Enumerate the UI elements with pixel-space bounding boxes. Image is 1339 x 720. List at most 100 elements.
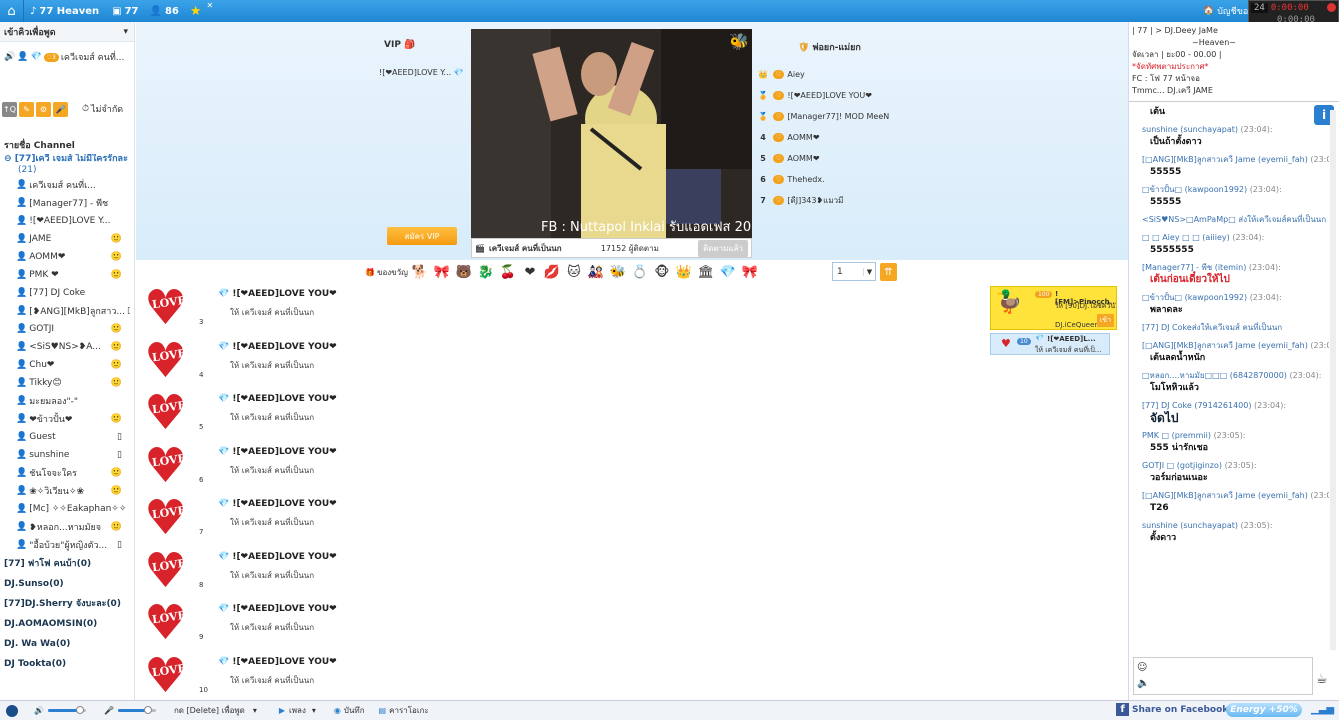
gift-item[interactable]: 🐕 [410, 262, 430, 282]
facebook-share-button[interactable]: f Share on Facebook [1116, 703, 1228, 716]
fan-row[interactable]: 🏅 ♡ [Manager77]! MOD MeeN [756, 109, 889, 123]
gift-item[interactable]: 🎀 [740, 262, 760, 282]
chat-sender[interactable]: [□ANG][MkB]ลูกสาวเควี Jame (eyemii_fah) … [1142, 490, 1329, 502]
channel-group[interactable]: DJ. Wa Wa (0) [0, 634, 130, 654]
karaoke-label[interactable]: คาราโอเกะ [389, 704, 429, 717]
member-row[interactable]: 👤 "อื้อบ้วย"ผู้หญิงตัว... ▯ [0, 536, 130, 554]
fan-row[interactable]: 5 ♡ AOMM❤ [756, 151, 820, 165]
chat-sender[interactable]: sunshine (sunchayapat) (23:05): [1142, 520, 1329, 532]
chevron-down-icon[interactable]: ▾ [123, 27, 128, 37]
member-row[interactable]: 👤 Guest ▯ [0, 428, 130, 446]
promo-enter-button[interactable]: เข้า [1096, 314, 1114, 327]
chat-sender[interactable]: <SiS♥NS>□AmPaMp□ ส่งให้เควีเจมส์คนที่เป็… [1142, 214, 1329, 226]
member-row[interactable]: 👤 ชันโจจะใคร 🙂 [0, 464, 130, 482]
close-tab-icon[interactable]: ✕ [207, 1, 214, 10]
home-icon[interactable]: ⌂ [0, 0, 24, 22]
member-row[interactable]: 👤 [❥ANG][MkB]ลูกสาว... ▯ [0, 302, 130, 320]
fan-row[interactable]: 🏅 ♡ ![❤AEED]LOVE YOU❤ [756, 88, 872, 102]
member-row[interactable]: 👤 PMK ❤ 🙂 [0, 266, 130, 284]
play-icon[interactable]: ▶ [279, 706, 285, 715]
member-row[interactable]: 👤 ❥หลอก...หามมัยจ 🙂 [0, 518, 130, 536]
member-row[interactable]: 👤 Chu❤ 🙂 [0, 356, 130, 374]
mic-queue-user[interactable]: 🔊 👤 💎 ♡3 เควีเจมส์ คนที่... [0, 42, 134, 72]
chat-scrollbar[interactable] [1330, 110, 1336, 650]
member-row[interactable]: 👤 ❤ข้าวปั้น❤ 🙂 [0, 410, 130, 428]
chat-sender[interactable]: [□ANG][MkB]ลูกสาวเควี Jame (eyemii_fah) … [1142, 340, 1329, 352]
gift-item[interactable]: 🐱 [564, 262, 584, 282]
member-row[interactable]: 👤 [Manager77] - พีช [0, 194, 130, 212]
gift-item[interactable]: 💎 [718, 262, 738, 282]
channel-group[interactable]: [77] ฟาโฟ คนบ้า (0) [0, 554, 130, 574]
member-row[interactable]: 👤 JAME 🙂 [0, 230, 130, 248]
chat-sender[interactable]: □หลอก....หามมัย□□□ (6842870000) (23:04): [1142, 370, 1329, 382]
channel-title[interactable]: ⊖ [77]เควี เจมส์ ไม่มีใครรักละ [0, 154, 130, 165]
member-row[interactable]: 👤 Tikky😊 🙂 [0, 374, 130, 392]
room-tab[interactable]: ♪ 77 Heaven ▣ 77 👤 86 ★ ✕ [24, 0, 219, 22]
link-tool-button[interactable]: ✎ [19, 101, 34, 117]
teacup-icon[interactable]: ☕ [1316, 672, 1336, 692]
status-dot-icon[interactable] [6, 704, 18, 717]
gift-item[interactable]: 🐻 [454, 262, 474, 282]
account-menu[interactable]: 🏠 บัญชีของ [1203, 0, 1253, 22]
channel-group[interactable]: [77]DJ.Sherry จังบะละ (0) [0, 594, 130, 614]
vip-signup-button[interactable]: สมัคร VIP [387, 227, 457, 245]
record-label[interactable]: บันทึก [344, 704, 365, 717]
chat-sender[interactable]: PMK □ (premmii) (23:05): [1142, 430, 1329, 442]
member-row[interactable]: 👤 sunshine ▯ [0, 446, 130, 464]
video-player[interactable]: 🐝 FB : Nuttapol Inklai รับแอดเฟส 20 [471, 29, 752, 239]
member-row[interactable]: 👤 เควีเจมส์ คนที่เ... [0, 176, 130, 194]
record-dot-icon[interactable] [1327, 3, 1336, 12]
send-gift-button[interactable]: ⇈ [880, 263, 897, 281]
queue-tool-button[interactable]: ↑Q [2, 101, 17, 117]
channel-group[interactable]: DJ.Sunso (0) [0, 574, 130, 594]
mic-icon[interactable]: 🎤 [104, 706, 114, 715]
channel-group[interactable]: DJ.AOMAOMSIN (0) [0, 614, 130, 634]
follow-button[interactable]: ติดตามแล้ว [698, 239, 748, 257]
chevron-down-icon[interactable]: ▾ [253, 706, 257, 715]
record-icon[interactable]: ◉ [334, 706, 341, 715]
chat-sender[interactable]: [Manager77] - พีช (itemin) (23:04): [1142, 262, 1329, 274]
chat-input[interactable]: ☺ 🔈 [1133, 657, 1313, 695]
chevron-down-icon[interactable]: ▾ [312, 706, 316, 715]
settings-tool-button[interactable]: ⚙ [36, 101, 51, 117]
promo-card[interactable]: 🦆 100 ![FM]>Pinocch... ให้ [90]DJ.ไอซ์คว… [990, 286, 1117, 330]
gift-item[interactable]: 🏛 [696, 262, 716, 282]
gift-item[interactable]: 🎀 [432, 262, 452, 282]
volume-slider[interactable] [47, 706, 86, 714]
member-row[interactable]: 👤 AOMM❤ 🙂 [0, 248, 130, 266]
music-label[interactable]: เพลง [289, 704, 306, 717]
chevron-down-icon[interactable]: ▼ [863, 267, 875, 276]
fan-row[interactable]: 7 ♡ [ดีJ]343❥แมวมี [756, 193, 843, 207]
favorite-star-icon[interactable]: ★ [190, 4, 202, 19]
karaoke-icon[interactable]: ▤ [379, 706, 387, 715]
mic-slider[interactable] [117, 706, 156, 714]
member-row[interactable]: 👤 <SiS♥NS>❥A... 🙂 [0, 338, 130, 356]
chat-sender[interactable]: GOTJI □ (gotjiginzo) (23:05): [1142, 460, 1329, 472]
fan-row[interactable]: 👑 ♡ Aiey [756, 67, 805, 81]
mic-slider-knob[interactable] [144, 706, 153, 714]
chat-sender[interactable]: [77] DJ Cokeส่งให้เควีเจมส์ คนที่เป็นนก [1142, 322, 1329, 334]
member-row[interactable]: 👤 GOTJI 🙂 [0, 320, 130, 338]
member-row[interactable]: 👤 [Mc] ✧✧Eakaphan✧✧ [0, 500, 130, 518]
channel-group[interactable]: DJ Tookta (0) [0, 654, 130, 674]
chat-sender[interactable]: □ □ Aiey □ □ (aiiiey) (23:04): [1142, 232, 1329, 244]
gift-item[interactable]: 🎎 [586, 262, 606, 282]
voice-icon[interactable]: 🔈 [1137, 678, 1149, 689]
chat-sender[interactable]: sunshine (sunchayapat) (23:04): [1142, 124, 1329, 136]
gift-item[interactable]: 👑 [674, 262, 694, 282]
member-row[interactable]: 👤 ![❤AEED]LOVE Y... [0, 212, 130, 230]
gift-quantity-select[interactable]: 1 ▼ [832, 262, 876, 281]
gift-item[interactable]: ❤ [520, 262, 540, 282]
push-to-talk-label[interactable]: กด [Delete] เพื่อพูด [174, 704, 245, 717]
gift-item[interactable]: 🐉 [476, 262, 496, 282]
chat-sender[interactable]: [□ANG][MkB]ลูกสาวเควี Jame (eyemii_fah) … [1142, 154, 1329, 166]
volume-icon[interactable]: 🔊 [34, 706, 44, 715]
gift-item[interactable]: 🐝 [608, 262, 628, 282]
fan-row[interactable]: 6 ♡ Thehedx. [756, 172, 825, 186]
member-row[interactable]: 👤 [77] DJ Coke [0, 284, 130, 302]
emoji-icon[interactable]: ☺ [1137, 662, 1147, 673]
mic-queue-header[interactable]: เข้าคิวเพื่อพูด ▾ [0, 22, 134, 42]
gift-item[interactable]: 🐵 [652, 262, 672, 282]
promo-card-2[interactable]: ♥ 10 💎 ![❤AEED]L... ให้ เควีเจมส์ คนที่เ… [990, 333, 1110, 355]
volume-slider-knob[interactable] [76, 706, 85, 714]
